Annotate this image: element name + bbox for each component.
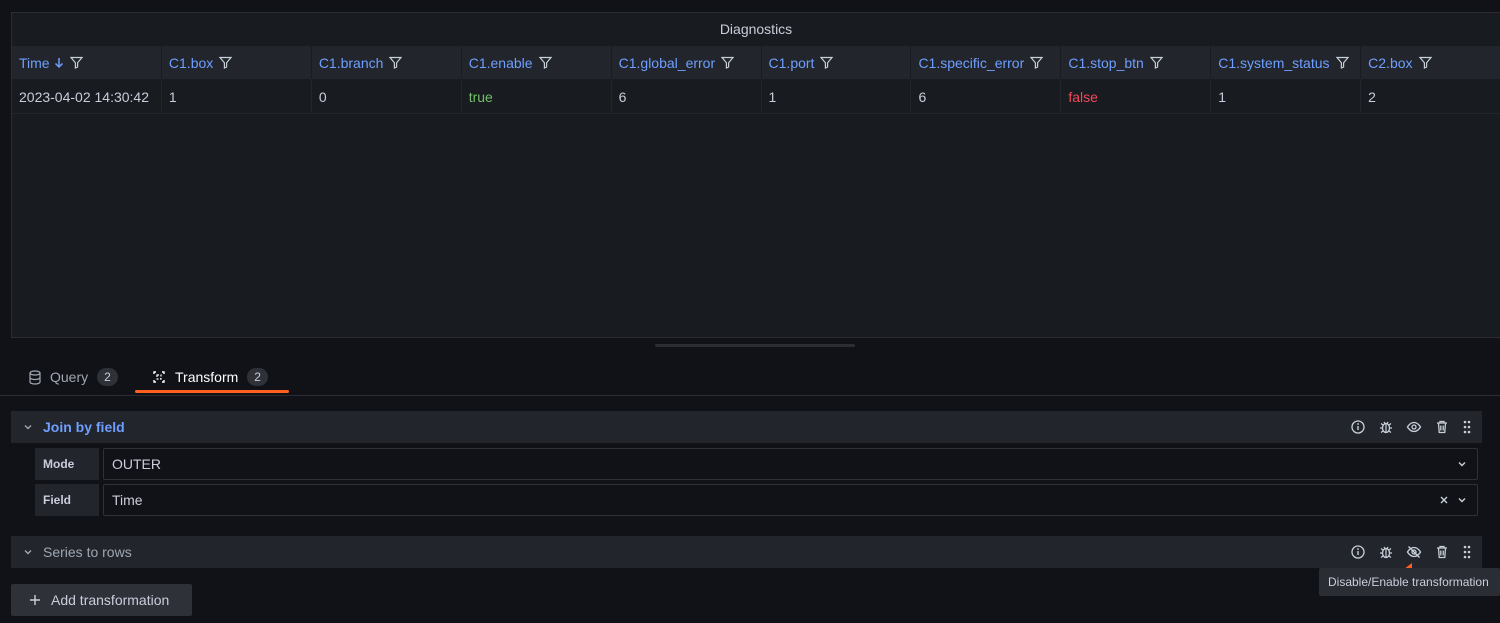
table-cell: true xyxy=(462,79,612,114)
tab-count-badge: 2 xyxy=(247,368,268,386)
column-header-c1-branch[interactable]: C1.branch xyxy=(312,46,462,79)
eye-icon[interactable] xyxy=(1406,419,1422,435)
filter-icon[interactable] xyxy=(219,56,233,69)
column-header-c1-port[interactable]: C1.port xyxy=(762,46,912,79)
transformation-name: Series to rows xyxy=(43,544,132,560)
transformation-actions xyxy=(1350,411,1472,443)
column-label: C1.enable xyxy=(468,54,533,71)
info-icon[interactable] xyxy=(1350,544,1366,560)
table-cell: false xyxy=(1061,79,1212,114)
trash-icon[interactable] xyxy=(1434,419,1450,435)
panel-resize-handle[interactable] xyxy=(655,344,855,347)
table-cell: 6 xyxy=(612,79,762,114)
filter-icon[interactable] xyxy=(69,56,83,69)
column-header-c1-specific-error[interactable]: C1.specific_error xyxy=(911,46,1062,79)
diagnostics-panel: Diagnostics Time C1.box C1.branch C1.ena… xyxy=(11,12,1500,338)
column-header-c1-stop-btn[interactable]: C1.stop_btn xyxy=(1061,46,1212,79)
table-cell: 2023-04-02 14:30:42 xyxy=(12,79,162,114)
table-cell: 1 xyxy=(762,79,912,114)
column-label: C2.box xyxy=(1368,54,1413,71)
filter-icon[interactable] xyxy=(1030,56,1044,69)
column-header-c2-box[interactable]: C2.box xyxy=(1361,46,1500,79)
column-label: C1.global_error xyxy=(618,54,716,71)
table-cell: 1 xyxy=(162,79,312,114)
column-header-c1-global-error[interactable]: C1.global_error xyxy=(612,46,762,79)
tab-query[interactable]: Query 2 xyxy=(28,358,118,396)
filter-icon[interactable] xyxy=(389,56,403,69)
mode-label: Mode xyxy=(35,448,99,480)
chevron-down-icon[interactable] xyxy=(1457,456,1467,472)
column-label: Time xyxy=(19,54,50,71)
sort-desc-icon xyxy=(54,57,64,69)
column-header-time[interactable]: Time xyxy=(12,46,162,79)
mode-select[interactable]: OUTER xyxy=(103,448,1478,480)
panel-title: Diagnostics xyxy=(719,21,793,37)
active-tab-indicator xyxy=(135,390,289,393)
table-row: 2023-04-02 14:30:42 1 0 true 6 1 6 false… xyxy=(12,79,1500,114)
debug-icon[interactable] xyxy=(1378,544,1394,560)
column-label: C1.box xyxy=(168,54,214,71)
column-label: C1.port xyxy=(768,54,815,71)
tab-label: Query xyxy=(50,369,89,385)
transform-icon xyxy=(151,369,167,385)
chevron-down-icon[interactable] xyxy=(1457,492,1467,508)
filter-icon[interactable] xyxy=(1418,56,1432,69)
column-header-c1-system-status[interactable]: C1.system_status xyxy=(1211,46,1362,79)
filter-icon[interactable] xyxy=(1149,56,1163,69)
filter-icon[interactable] xyxy=(820,56,834,69)
tooltip: Disable/Enable transformation xyxy=(1319,568,1500,596)
tab-label: Transform xyxy=(175,369,239,385)
drag-handle-icon[interactable] xyxy=(1462,544,1472,560)
column-header-c1-box[interactable]: C1.box xyxy=(162,46,312,79)
eye-slash-icon[interactable] xyxy=(1406,544,1422,560)
plus-icon xyxy=(29,594,41,606)
tab-count-badge: 2 xyxy=(97,368,118,386)
field-select[interactable]: Time xyxy=(103,484,1478,516)
column-label: C1.system_status xyxy=(1218,54,1330,71)
mode-value: OUTER xyxy=(112,456,161,472)
field-value: Time xyxy=(112,492,143,508)
filter-icon[interactable] xyxy=(721,56,735,69)
column-label: C1.stop_btn xyxy=(1068,54,1144,71)
table-cell: 2 xyxy=(1368,88,1376,105)
info-icon[interactable] xyxy=(1350,419,1366,435)
filter-icon[interactable] xyxy=(538,56,552,69)
transformation-header-join-by-field[interactable]: Join by field xyxy=(11,411,1482,443)
table-header: Time C1.box C1.branch C1.enable C1.globa… xyxy=(12,46,1500,79)
column-label: C1.specific_error xyxy=(918,54,1025,71)
table-cell: 0 xyxy=(312,79,462,114)
transformation-actions xyxy=(1350,536,1472,568)
column-header-c1-enable[interactable]: C1.enable xyxy=(462,46,612,79)
add-transformation-label: Add transformation xyxy=(51,592,170,608)
trash-icon[interactable] xyxy=(1434,544,1450,560)
database-icon xyxy=(28,369,42,385)
transformation-header-series-to-rows[interactable]: Series to rows xyxy=(11,536,1482,568)
column-label: C1.branch xyxy=(318,54,384,71)
drag-handle-icon[interactable] xyxy=(1462,419,1472,435)
field-label: Field xyxy=(35,484,99,516)
table-cell: 6 xyxy=(911,79,1062,114)
add-transformation-button[interactable]: Add transformation xyxy=(11,584,192,616)
transformation-name: Join by field xyxy=(43,419,125,435)
chevron-down-icon[interactable] xyxy=(23,422,33,432)
debug-icon[interactable] xyxy=(1378,419,1394,435)
table-cell: 1 xyxy=(1211,79,1362,114)
clear-icon[interactable] xyxy=(1439,492,1449,508)
filter-icon[interactable] xyxy=(1335,56,1349,69)
chevron-down-icon[interactable] xyxy=(23,547,33,557)
